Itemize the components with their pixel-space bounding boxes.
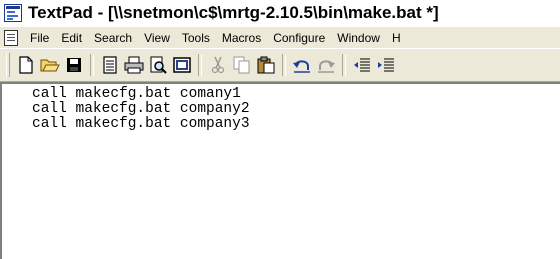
menu-help[interactable]: H bbox=[386, 31, 407, 45]
menu-tools[interactable]: Tools bbox=[176, 31, 216, 45]
menu-edit[interactable]: Edit bbox=[55, 31, 88, 45]
text-editor-area[interactable]: call makecfg.bat comany1 call makecfg.ba… bbox=[0, 82, 560, 259]
print-preview-icon[interactable] bbox=[147, 54, 169, 76]
document-properties-icon[interactable] bbox=[99, 54, 121, 76]
toolbar-separator bbox=[282, 54, 286, 76]
redo-icon[interactable] bbox=[315, 54, 337, 76]
manage-files-icon[interactable] bbox=[171, 54, 193, 76]
editor-line: call makecfg.bat company2 bbox=[32, 101, 250, 117]
editor-line: call makecfg.bat comany1 bbox=[32, 86, 241, 102]
cut-icon[interactable] bbox=[207, 54, 229, 76]
menu-view[interactable]: View bbox=[138, 31, 176, 45]
menu-search[interactable]: Search bbox=[88, 31, 138, 45]
title-bar[interactable]: TextPad - [\\snetmon\c$\mrtg-2.10.5\bin\… bbox=[0, 0, 560, 25]
indent-icon[interactable] bbox=[375, 54, 397, 76]
toolbar-separator bbox=[198, 54, 202, 76]
menu-macros[interactable]: Macros bbox=[216, 31, 267, 45]
menu-window[interactable]: Window bbox=[331, 31, 386, 45]
menu-file[interactable]: File bbox=[24, 31, 55, 45]
editor-line: call makecfg.bat company3 bbox=[32, 116, 250, 132]
toolbar-separator bbox=[90, 54, 94, 76]
outdent-icon[interactable] bbox=[351, 54, 373, 76]
paste-icon[interactable] bbox=[255, 54, 277, 76]
toolbar-grip[interactable] bbox=[6, 53, 10, 77]
open-folder-icon[interactable] bbox=[39, 54, 61, 76]
undo-icon[interactable] bbox=[291, 54, 313, 76]
menu-bar: File Edit Search View Tools Macros Confi… bbox=[0, 26, 560, 49]
textpad-app-icon[interactable] bbox=[4, 3, 22, 22]
toolbar bbox=[0, 48, 560, 82]
toolbar-separator bbox=[342, 54, 346, 76]
new-file-icon[interactable] bbox=[15, 54, 37, 76]
print-icon[interactable] bbox=[123, 54, 145, 76]
window-title: TextPad - [\\snetmon\c$\mrtg-2.10.5\bin\… bbox=[28, 2, 439, 22]
document-icon[interactable] bbox=[4, 30, 18, 46]
menu-configure[interactable]: Configure bbox=[267, 31, 331, 45]
copy-icon[interactable] bbox=[231, 54, 253, 76]
save-icon[interactable] bbox=[63, 54, 85, 76]
